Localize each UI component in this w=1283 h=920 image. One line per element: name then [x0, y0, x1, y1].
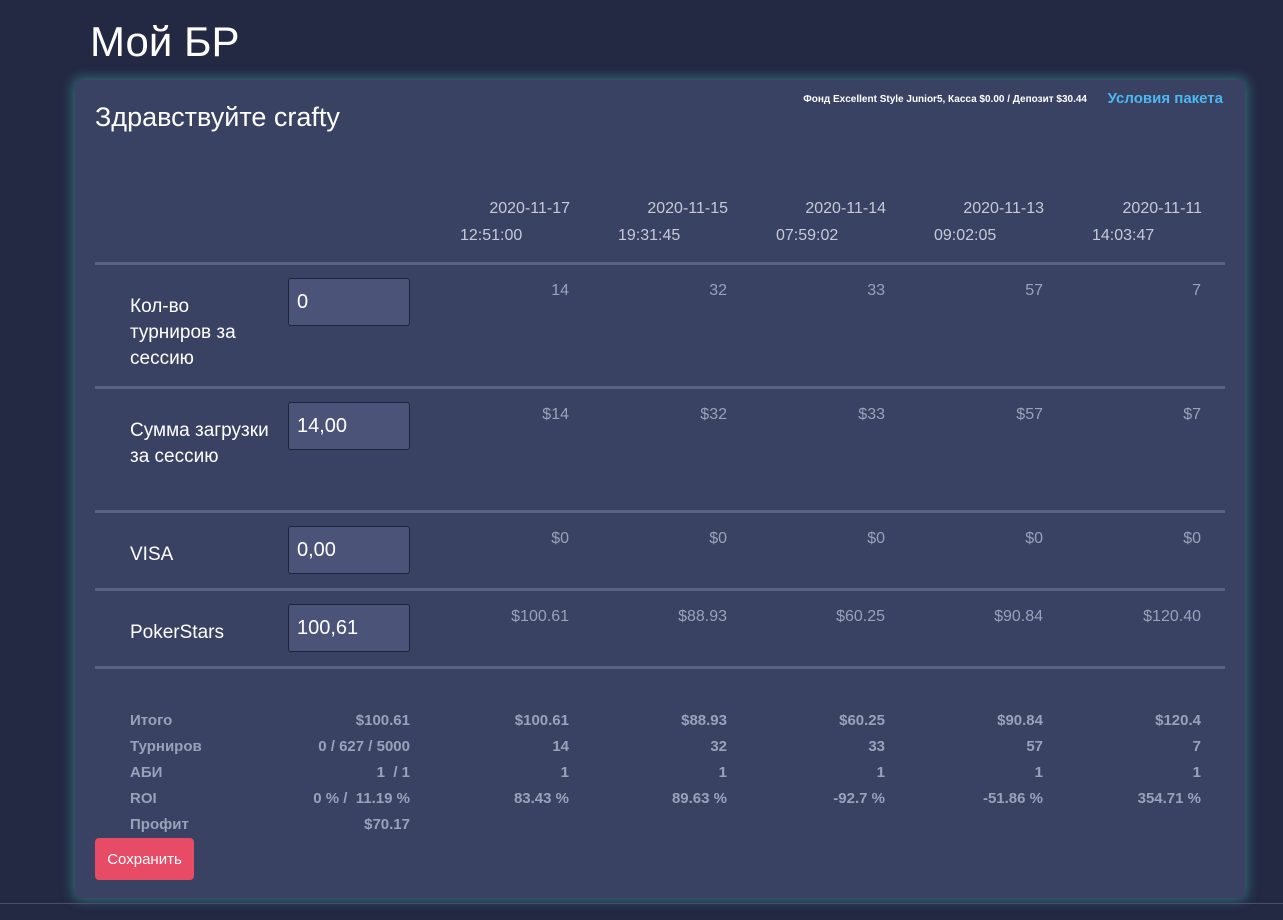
summary-cell: 83.43 % [513, 790, 569, 807]
row-cell: $0 [867, 530, 885, 547]
row-cell: $88.93 [678, 608, 727, 625]
summary-cell: 33 [868, 738, 885, 755]
row-label-tournaments: Кол-во турниров за сессию [130, 296, 236, 369]
visa-input[interactable] [288, 526, 410, 574]
session-date: 2020-11-15 [647, 200, 728, 217]
save-button[interactable]: Сохранить [95, 838, 194, 880]
summary-label-roi: ROI [130, 790, 157, 807]
summary-cell: 354.71 % [1137, 790, 1201, 807]
summary-current: 0 / 627 / 5000 [318, 738, 410, 755]
row-cell: 14 [551, 282, 569, 299]
bottom-divider [0, 903, 1283, 904]
summary-current: 0 % / 11.19 % [313, 790, 410, 807]
session-header: 2020-11-13 09:02:05 [934, 200, 1044, 245]
row-label-pokerstars: PokerStars [130, 622, 224, 643]
row-label-visa: VISA [130, 544, 174, 565]
summary-cell: 89.63 % [671, 790, 727, 807]
summary-current: $100.61 [355, 712, 410, 729]
summary-cell: 57 [1026, 738, 1043, 755]
summary-cell: -51.86 % [982, 790, 1043, 807]
session-date: 2020-11-13 [963, 200, 1044, 217]
summary-cell: -92.7 % [833, 790, 885, 807]
summary-label-profit: Профит [130, 816, 189, 833]
row-cell: $57 [1016, 406, 1043, 423]
summary-cell: $90.84 [997, 712, 1043, 729]
row-cell: $7 [1183, 406, 1201, 423]
row-cell: $32 [700, 406, 727, 423]
row-cell: 7 [1192, 282, 1201, 299]
summary-label-tournaments: Турниров [130, 738, 202, 755]
session-date: 2020-11-11 [1122, 200, 1202, 217]
row-cell: 57 [1025, 282, 1043, 299]
summary-cell: 1 [718, 764, 727, 781]
session-date: 2020-11-17 [489, 200, 570, 217]
divider [95, 386, 1225, 389]
greeting: Здравствуйте crafty [95, 102, 340, 132]
row-cell: $0 [1025, 530, 1043, 547]
tournaments-input[interactable] [288, 278, 410, 326]
row-cell: $0 [709, 530, 727, 547]
summary-current: $70.17 [364, 816, 410, 833]
row-cell: $14 [542, 406, 569, 423]
row-cell: $0 [1183, 530, 1201, 547]
divider [95, 666, 1225, 669]
session-header: 2020-11-14 07:59:02 [776, 200, 886, 245]
page-title: Мой БР [90, 18, 240, 65]
summary-cell: $60.25 [839, 712, 885, 729]
pokerstars-input[interactable] [288, 604, 410, 652]
summary-cell: 1 [1192, 764, 1201, 781]
summary-cell: $100.61 [514, 712, 569, 729]
row-cell: $90.84 [994, 608, 1043, 625]
row-cell: $100.61 [511, 608, 569, 625]
session-header: 2020-11-17 12:51:00 [460, 200, 570, 245]
row-cell: 32 [709, 282, 727, 299]
summary-cell: 32 [710, 738, 727, 755]
session-time: 09:02:05 [934, 227, 997, 244]
row-cell: $33 [858, 406, 885, 423]
summary-label-abi: АБИ [130, 764, 163, 781]
row-cell: $60.25 [836, 608, 885, 625]
session-time: 19:31:45 [618, 227, 681, 244]
summary-cell: 14 [552, 738, 569, 755]
summary-cell: 7 [1192, 738, 1201, 755]
summary-cell: 1 [1034, 764, 1043, 781]
package-terms-link[interactable]: Условия пакета [1108, 90, 1223, 107]
summary-cell: $88.93 [681, 712, 727, 729]
row-cell: 33 [867, 282, 885, 299]
buyin-sum-input[interactable] [288, 402, 410, 450]
session-date: 2020-11-14 [805, 200, 886, 217]
bankroll-card: Здравствуйте crafty Фонд Excellent Style… [75, 80, 1245, 898]
fund-info: Фонд Excellent Style Junior5, Касса $0.0… [803, 94, 1087, 105]
session-header: 2020-11-11 14:03:47 [1092, 200, 1202, 245]
summary-cell: 1 [560, 764, 569, 781]
session-time: 07:59:02 [776, 227, 839, 244]
session-time: 14:03:47 [1092, 227, 1155, 244]
summary-cell: 1 [876, 764, 885, 781]
summary-cell: $120.4 [1155, 712, 1201, 729]
divider [95, 588, 1225, 591]
row-label-buyin-sum: Сумма загрузки за сессию [130, 420, 269, 467]
row-cell: $0 [551, 530, 569, 547]
divider [95, 510, 1225, 513]
divider [95, 262, 1225, 265]
summary-label-total: Итого [130, 712, 173, 729]
session-header: 2020-11-15 19:31:45 [618, 200, 728, 245]
summary-current: 1 / 1 [376, 764, 410, 781]
row-cell: $120.40 [1143, 608, 1201, 625]
session-time: 12:51:00 [460, 227, 523, 244]
